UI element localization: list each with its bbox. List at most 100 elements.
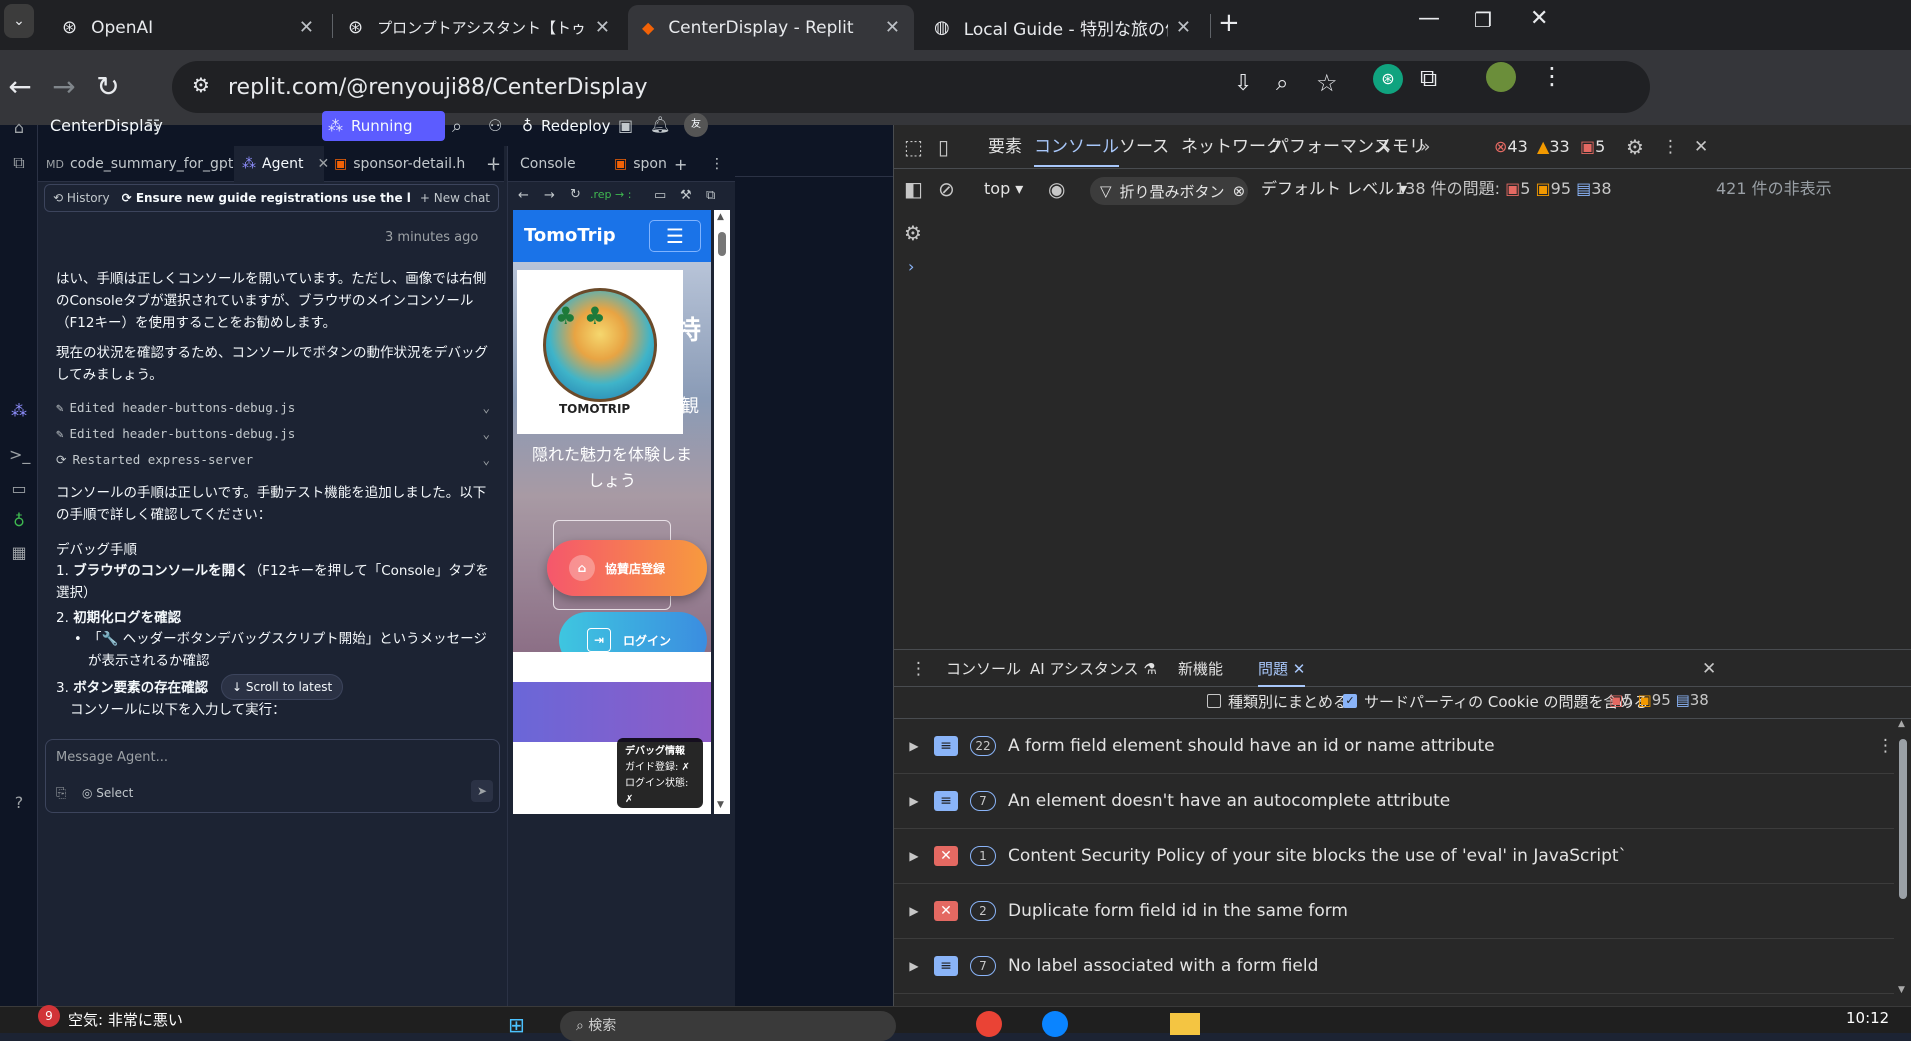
chrome-menu-icon[interactable]: ⋮ [1540,62,1564,90]
forward-button[interactable]: → [44,68,84,106]
inspect-element-icon[interactable]: ⬚ [904,125,923,169]
tab-menu-icon[interactable]: ⋮ [486,154,502,173]
browser-tab-active[interactable]: ◆ CenterDisplay - Replit ✕ [628,5,914,50]
drawer-tab-ai[interactable]: AI アシスタンス ⚗ [1030,647,1157,691]
close-drawer-icon[interactable]: ✕ [1702,647,1716,691]
tab-search-button[interactable]: ⌄ [4,4,34,38]
webview-url[interactable]: .rep → : [590,188,631,201]
tab-sponsor-detail[interactable]: ▣ sponsor-detail.h [326,146,476,182]
devices-icon[interactable]: ▭ [654,188,666,203]
agent-icon[interactable]: ⁂ [9,401,29,421]
zoom-icon[interactable]: ⌕ [1276,71,1288,96]
browser-tab[interactable]: ⊛ プロンプトアシスタント【トゥモローブル ✕ [334,5,624,50]
forward-icon[interactable]: → [544,188,555,203]
site-info-icon[interactable]: ⚙ [192,73,210,97]
drawer-tab-console[interactable]: コンソール [946,647,1021,691]
reload-button[interactable]: ↻ [88,68,128,106]
filter-input[interactable]: ▽ 折り畳みボタン ⊗ [1090,177,1248,205]
reload-icon[interactable]: ↻ [570,187,581,202]
back-button[interactable]: ← [0,68,40,106]
close-devtools-icon[interactable]: ✕ [1694,125,1708,169]
issue-row[interactable]: ▶ ≡ 7 An element doesn't have an autocom… [894,774,1894,829]
taskbar-search[interactable]: ⌕ 検索 [560,1011,896,1041]
bookmark-star-icon[interactable]: ☆ [1316,69,1338,97]
site-brand[interactable]: TomoTrip [524,225,616,246]
problem-counts[interactable]: 138 件の問題: ▣5 ▣95 ▤38 [1395,167,1612,211]
redeploy-button[interactable]: ♁ Redeploy [522,112,622,140]
open-new-tab-icon[interactable]: ⧉ [706,188,715,203]
group-by-kind-checkbox[interactable] [1207,694,1221,708]
scroll-thumb[interactable] [1899,739,1907,899]
tab-elements[interactable]: 要素 [988,125,1022,169]
drawer-menu-icon[interactable]: ⋮ [910,647,927,691]
settings-icon[interactable]: ⚙ [1626,125,1644,169]
new-tab-button[interactable]: + [1218,8,1240,38]
issue-row[interactable]: ▶ ≡ 7 No label associated with a form fi… [894,939,1894,994]
hamburger-menu-icon[interactable]: ☰ [649,220,701,252]
warning-count[interactable]: ▲33 [1537,125,1570,169]
issue-count[interactable]: ▣5 [1580,125,1605,169]
context-selector[interactable]: top ▾ [984,167,1023,211]
close-tab-icon[interactable]: ✕ [299,17,314,38]
tab-menu-icon[interactable]: ⋮ [702,146,732,182]
devtools-icon[interactable]: ⚒ [680,188,692,203]
chatgpt-extension-icon[interactable]: ⊛ [1373,64,1403,94]
edge-taskbar-icon[interactable] [1042,1011,1068,1037]
home-icon[interactable]: ⌂ [9,118,29,138]
tab-sources[interactable]: ソース [1119,125,1169,169]
files-icon[interactable]: ⧉ [9,153,29,173]
drawer-tab-issues[interactable]: 問題 ✕ [1258,647,1306,687]
issue-row[interactable]: ▶ ✕ 2 Duplicate form field id in the sam… [894,884,1894,939]
tab-code-summary[interactable]: MD code_summary_for_gpt.md [38,146,260,182]
weather-widget[interactable]: 空気: 非常に悪い [68,1009,183,1030]
close-tab-icon[interactable]: ✕ [1176,17,1191,38]
deploy-icon[interactable]: ♁ [9,511,29,531]
action-log-item[interactable]: ✎ Edited header-buttons-debug.js ⌄ [56,420,490,446]
help-icon[interactable]: ? [9,793,29,813]
browser-tab[interactable]: ◍ Local Guide - 特別な旅の体験を ✕ [920,5,1205,50]
minimize-button[interactable]: — [1418,6,1440,31]
sidebar-toggle-icon[interactable]: ◧ [904,167,923,211]
issue-row[interactable]: ▶ ≡ 22 A form field element should have … [894,719,1894,774]
deploy-status-icon[interactable]: ▣ [618,116,633,135]
folder-taskbar-icon[interactable] [1170,1013,1200,1035]
notifications-icon[interactable]: 🔔︎ [650,115,670,134]
browser-tab[interactable]: ⊛ OpenAI ✕ [48,5,328,50]
new-chat-button[interactable]: + New chat [420,191,490,205]
close-tab-icon[interactable]: ✕ [1293,660,1306,678]
history-button[interactable]: ⟲ History [53,191,110,205]
scroll-up-icon[interactable]: ▲ [717,212,724,222]
clear-filter-icon[interactable]: ⊗ [1233,182,1246,200]
action-log-item[interactable]: ✎ Edited header-buttons-debug.js ⌄ [56,394,490,420]
install-app-icon[interactable]: ⇩ [1234,71,1252,96]
tab-network[interactable]: ネットワーク [1181,125,1283,169]
shell-icon[interactable]: >_ [9,445,30,465]
error-count[interactable]: ⊗43 [1494,125,1528,169]
attach-icon[interactable]: ⎘ [56,786,66,801]
scroll-to-latest-button[interactable]: ↓ Scroll to latest [221,674,344,700]
more-tabs-icon[interactable]: » [1420,125,1430,169]
send-button[interactable]: ➤ [471,780,493,802]
third-party-checkbox[interactable]: ✓ [1343,694,1357,708]
close-tab-icon[interactable]: ✕ [885,17,900,38]
issues-scrollbar[interactable]: ▲ ▼ [1896,719,1910,999]
tab-memory[interactable]: メモリ [1375,125,1426,169]
devtools-menu-icon[interactable]: ⋮ [1662,125,1679,169]
console-prompt[interactable]: › [908,257,914,276]
project-menu-icon[interactable]: ☷ [146,116,160,135]
issue-row[interactable]: ▶ ✕ 1 Content Security Policy of your si… [894,829,1894,884]
scroll-down-icon[interactable]: ▼ [717,800,724,810]
start-button[interactable]: ⊞ [508,1013,525,1037]
drawer-tab-whatsnew[interactable]: 新機能 [1178,647,1223,691]
tab-agent[interactable]: ⁂ Agent ✕ [234,146,329,182]
live-expression-icon[interactable]: ◉ [1048,167,1065,211]
search-icon[interactable]: ⌕ [452,116,462,137]
log-level-dropdown[interactable]: デフォルト レベル ▾ [1261,167,1407,211]
sponsor-register-button[interactable]: ⌂ 協賛店登録 [547,540,707,596]
restore-button[interactable]: ❐ [1474,8,1492,32]
webview-icon[interactable]: ▭ [9,479,29,499]
chrome-taskbar-icon[interactable] [976,1011,1002,1037]
message-input[interactable]: Message Agent... [56,750,168,765]
avatar[interactable]: 友 [684,113,708,137]
profile-avatar[interactable] [1486,62,1516,92]
